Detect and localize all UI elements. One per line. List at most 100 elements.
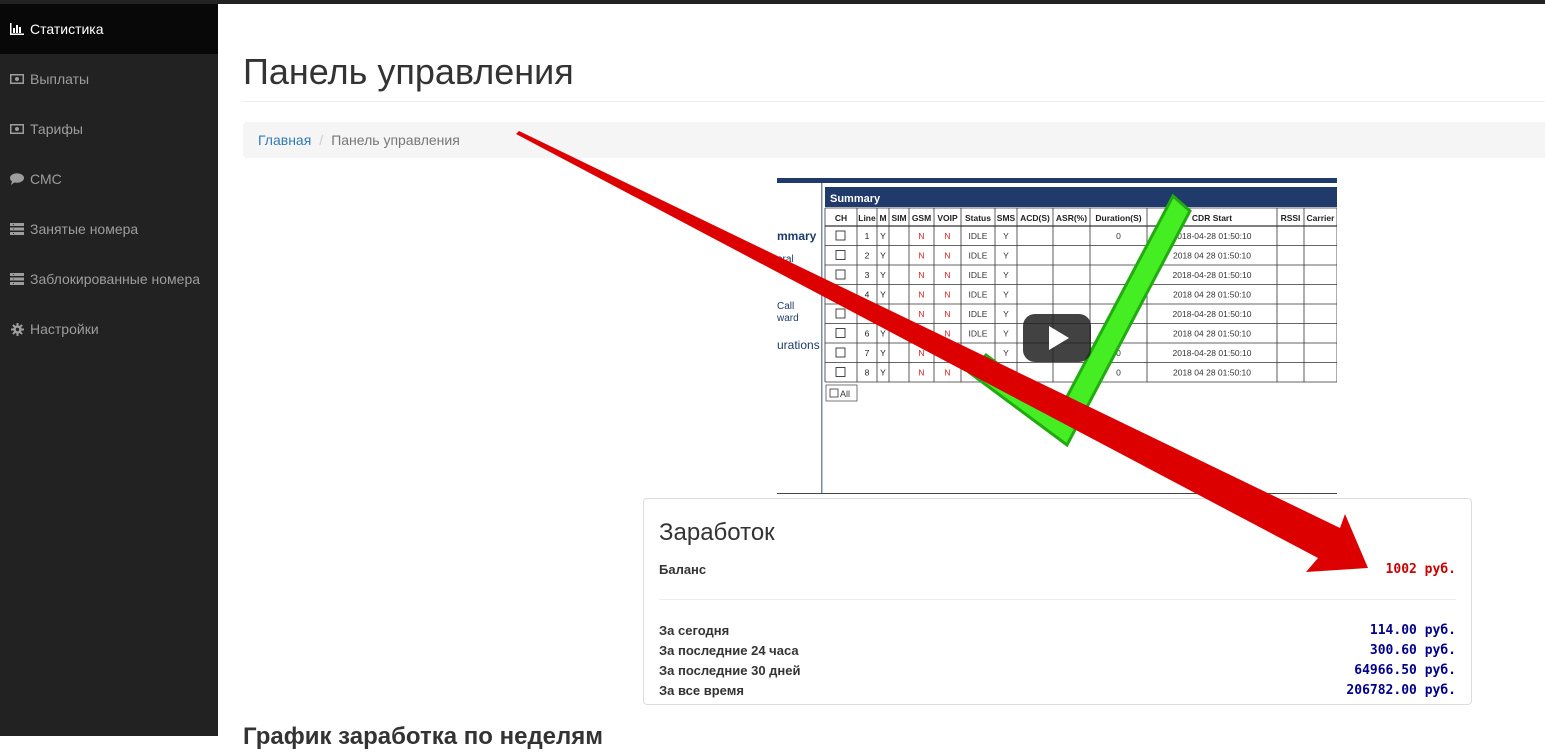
- checkbox-icon: [835, 289, 846, 299]
- table-cell: IDLE: [969, 329, 988, 339]
- table-cell: 0: [1116, 368, 1121, 378]
- stat-row: За последние 24 часа 300.60 руб.: [659, 643, 1456, 658]
- sidebar-item-settings[interactable]: Настройки: [0, 304, 218, 354]
- sidebar-item-tariffs[interactable]: Тарифы: [0, 104, 218, 154]
- table-header: SMS: [997, 213, 1016, 223]
- table-cell: N: [944, 368, 950, 378]
- table-cell: 2018-04-28 01:50:10: [1173, 309, 1252, 319]
- stat-row: За последние 30 дней 64966.50 руб.: [659, 663, 1456, 678]
- sidebar-item-sms[interactable]: СМС: [0, 154, 218, 204]
- table-cell: Y: [1003, 270, 1009, 280]
- table-cell: N: [944, 251, 950, 261]
- table-header: CH: [835, 213, 847, 223]
- table-cell: 2018 04 28 01:50:10: [1173, 251, 1251, 261]
- table-cell: 8: [865, 368, 870, 378]
- play-button[interactable]: [1023, 314, 1091, 362]
- stat-label: За все время: [659, 683, 744, 698]
- video-summary-title: Summary: [830, 193, 881, 205]
- video-thumbnail: mmary eral Call ward urations Summary CH…: [777, 178, 1337, 493]
- balance-label: Баланс: [659, 562, 707, 577]
- table-header: Status: [965, 213, 991, 223]
- table-cell: N: [918, 270, 924, 280]
- video-side-label: eral: [777, 254, 794, 265]
- table-cell: N: [918, 368, 924, 378]
- table-header: ACD(S): [1020, 213, 1050, 223]
- sidebar-item-label: Статистика: [30, 21, 104, 37]
- table-cell: 7: [865, 348, 870, 358]
- table-cell: 1: [865, 231, 870, 241]
- table-cell: IDLE: [969, 251, 988, 261]
- table-header: CDR Start: [1192, 213, 1232, 223]
- main-content: Панель управления Главная / Панель управ…: [243, 4, 1545, 750]
- table-cell: 2018 04 28 01:50:10: [1173, 290, 1251, 300]
- sidebar-item-label: Заблокированные номера: [30, 271, 201, 287]
- table-cell: 6: [865, 329, 870, 339]
- stat-row: За сегодня 114.00 руб.: [659, 623, 1456, 638]
- table-cell: 2: [865, 251, 870, 261]
- bar-chart-icon: [9, 22, 25, 36]
- checkbox-icon: [835, 308, 846, 319]
- breadcrumb: Главная / Панель управления: [243, 122, 1545, 158]
- table-cell: Y: [880, 368, 886, 378]
- video-side-label: Call: [777, 301, 794, 312]
- table-cell: IDLE: [969, 290, 988, 300]
- sidebar: Статистика Выплаты Тарифы СМС Занятые но…: [0, 4, 218, 736]
- table-header: Duration(S): [1095, 213, 1141, 223]
- money-icon: [9, 122, 25, 136]
- stat-row: За все время 206782.00 руб.: [659, 683, 1456, 698]
- table-header: M: [879, 213, 886, 223]
- table-cell: N: [918, 251, 924, 261]
- table-cell: Y: [1003, 309, 1009, 319]
- table-cell: Y: [880, 348, 886, 358]
- table-cell: N: [944, 270, 950, 280]
- table-cell: 2018-04-28 01:50:10: [1173, 231, 1252, 241]
- checkbox-icon: [835, 367, 846, 377]
- table-header: Carrier: [1307, 213, 1336, 223]
- table-cell: 2018 04 28 01:50:10: [1173, 368, 1251, 378]
- list-icon: [9, 222, 25, 236]
- divider: [659, 599, 1456, 600]
- checkbox-icon: [835, 328, 846, 338]
- video-side-label: mmary: [777, 229, 817, 243]
- checkbox-icon: [835, 269, 846, 280]
- stat-label: За последние 30 дней: [659, 663, 801, 678]
- balance-row: Баланс 1002 руб.: [659, 562, 1456, 577]
- video-side-label: ward: [777, 313, 799, 324]
- balance-value: 1002 руб.: [1385, 562, 1456, 577]
- checkbox-icon: [835, 347, 846, 358]
- divider: [243, 101, 1545, 102]
- table-cell: 0: [1116, 231, 1121, 241]
- list-icon: [9, 272, 25, 286]
- sidebar-item-payouts[interactable]: Выплаты: [0, 54, 218, 104]
- sidebar-item-label: СМС: [30, 171, 62, 187]
- table-cell: Y: [1003, 231, 1009, 241]
- sidebar-item-label: Тарифы: [30, 121, 83, 137]
- embedded-video[interactable]: mmary eral Call ward urations Summary CH…: [777, 178, 1337, 494]
- table-header: VOIP: [937, 213, 958, 223]
- table-cell: N: [918, 231, 924, 241]
- breadcrumb-home-link[interactable]: Главная: [258, 132, 311, 148]
- table-cell: 2018-04-28 01:50:10: [1173, 348, 1252, 358]
- sidebar-item-label: Настройки: [30, 321, 99, 337]
- table-cell: N: [944, 329, 950, 339]
- table-header: SIM: [891, 213, 906, 223]
- stat-label: За сегодня: [659, 623, 730, 638]
- table-cell: N: [944, 290, 950, 300]
- sidebar-item-statistics[interactable]: Статистика: [0, 4, 218, 54]
- breadcrumb-current: Панель управления: [331, 132, 460, 148]
- sidebar-item-busy-numbers[interactable]: Занятые номера: [0, 204, 218, 254]
- table-cell: N: [918, 348, 924, 358]
- table-cell: 4: [865, 290, 870, 300]
- table-header: GSM: [912, 213, 931, 223]
- table-cell: N: [918, 329, 924, 339]
- checkbox-icon: [835, 230, 846, 241]
- table-cell: Y: [880, 329, 886, 339]
- table-cell: Y: [880, 270, 886, 280]
- stat-value: 300.60 руб.: [1369, 643, 1456, 658]
- stat-value: 206782.00 руб.: [1346, 683, 1456, 698]
- table-cell: Y: [1003, 290, 1009, 300]
- table-cell: Y: [880, 290, 886, 300]
- table-header: ASR(%): [1056, 213, 1087, 223]
- breadcrumb-separator: /: [319, 132, 324, 148]
- sidebar-item-blocked-numbers[interactable]: Заблокированные номера: [0, 254, 218, 304]
